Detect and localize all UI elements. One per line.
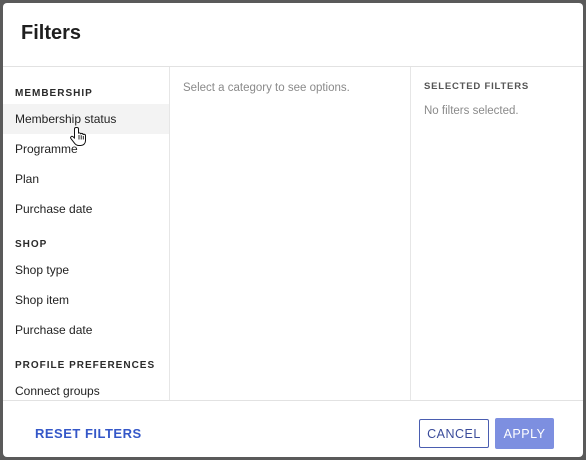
filters-dialog: Filters MEMBERSHIP Membership status Pro… — [3, 3, 583, 457]
options-hint: Select a category to see options. — [183, 82, 350, 94]
category-item-plan[interactable]: Plan — [3, 164, 169, 194]
selected-filters-header: SELECTED FILTERS — [424, 81, 529, 92]
dialog-header: Filters — [3, 3, 583, 67]
group-header-shop: SHOP — [15, 239, 48, 250]
category-column: MEMBERSHIP Membership status Programme P… — [3, 67, 170, 401]
selected-filters-column: SELECTED FILTERS No filters selected. — [411, 67, 583, 401]
group-header-membership: MEMBERSHIP — [15, 88, 93, 99]
category-item-shop-item[interactable]: Shop item — [3, 285, 169, 315]
category-item-shop-type[interactable]: Shop type — [3, 255, 169, 285]
cancel-button[interactable]: CANCEL — [419, 419, 489, 448]
dialog-title: Filters — [21, 22, 82, 44]
reset-filters-button[interactable]: RESET FILTERS — [25, 419, 152, 447]
category-item-membership-status[interactable]: Membership status — [3, 104, 169, 134]
group-header-profile-preferences: PROFILE PREFERENCES — [15, 360, 156, 371]
options-column: Select a category to see options. — [170, 67, 411, 401]
dialog-footer: RESET FILTERS CANCEL APPLY — [3, 400, 583, 457]
selected-filters-empty: No filters selected. — [424, 105, 519, 117]
category-item-connect-groups[interactable]: Connect groups — [3, 376, 169, 401]
category-item-shop-purchase-date[interactable]: Purchase date — [3, 315, 169, 345]
category-item-membership-purchase-date[interactable]: Purchase date — [3, 194, 169, 224]
category-item-programme[interactable]: Programme — [3, 134, 169, 164]
apply-button[interactable]: APPLY — [495, 418, 554, 449]
dialog-body: MEMBERSHIP Membership status Programme P… — [3, 67, 583, 401]
